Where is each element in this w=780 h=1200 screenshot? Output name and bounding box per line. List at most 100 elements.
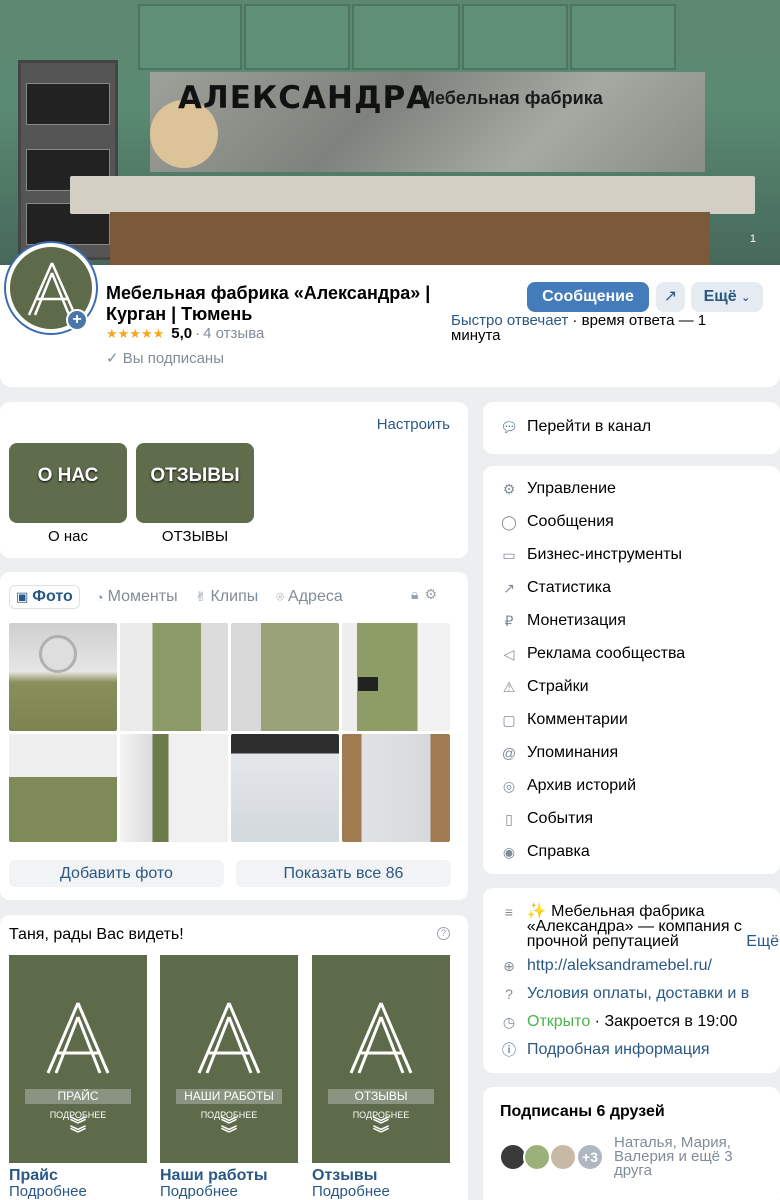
closing-time: Закроется в 19:00: [604, 1013, 738, 1030]
message-button[interactable]: Сообщение: [527, 282, 649, 312]
help-icon: ◉: [502, 843, 516, 860]
share-arrow-icon: ↗: [663, 288, 678, 305]
cover-subtitle: Мебельная фабрика: [420, 88, 603, 108]
rating-row[interactable]: ★★★★★ 5,0 · 4 отзыва: [106, 325, 264, 342]
go-to-channel[interactable]: 💬︎ Перейти в канал: [500, 418, 651, 436]
logo-a-icon: [349, 1002, 413, 1074]
menu-label: Статистика: [527, 579, 612, 596]
website-link[interactable]: http://aleksandramebel.ru/: [527, 958, 712, 974]
app-tile-text: О НАС: [37, 465, 99, 486]
menu-item-comments[interactable]: ▢ Комментарии: [501, 711, 627, 729]
friend-avatar[interactable]: [523, 1143, 551, 1171]
photo-kitchen-corner[interactable]: [9, 734, 117, 842]
cover-cabinet: [462, 4, 568, 70]
menu-item-strikes[interactable]: ⚠ Страйки: [501, 678, 589, 696]
menu-item-ads[interactable]: ◁ Реклама сообщества: [501, 645, 686, 663]
menu-label: Сообщения: [527, 513, 614, 530]
tab-label: Моменты: [107, 588, 178, 605]
details-row[interactable]: ⓘ Подробная информация: [501, 1042, 773, 1058]
photo-bathroom-vanity[interactable]: [9, 623, 117, 731]
management-menu: ⚙ Управление ◯ Сообщения ▭ Бизнес-инстру…: [483, 466, 780, 874]
menu-label: Управление: [527, 480, 616, 497]
reviews-link[interactable]: 4 отзыва: [203, 325, 264, 342]
description-icon: ≡: [504, 904, 513, 920]
friends-names[interactable]: Наталья, Мария, Валерия и ещё 3 друга: [614, 1135, 774, 1178]
terms-row[interactable]: ? Условия оплаты, доставки и в: [501, 986, 773, 1002]
details-link[interactable]: Подробная информация: [527, 1042, 710, 1058]
chevron-down-double-icon: ︾ ︾: [69, 1117, 86, 1143]
briefcase-icon: ▭: [502, 546, 516, 563]
friends-title[interactable]: Подписаны 6 друзей: [500, 1103, 665, 1121]
terms-link[interactable]: Условия оплаты, доставки и в: [527, 986, 749, 1002]
photo-living-room[interactable]: [120, 734, 228, 842]
tab-clips[interactable]: ✌ Клипы: [194, 585, 261, 609]
info-card: ≡ ✨ Мебельная фабрика «Александра» — ком…: [483, 888, 780, 1073]
description[interactable]: ≡ ✨ Мебельная фабрика «Александра» — ком…: [501, 904, 779, 950]
lock-icon[interactable]: 🔒︎: [411, 586, 424, 602]
subscribed-status[interactable]: ✓ Вы подписаны: [106, 349, 224, 367]
menu-label: Бизнес-инструменты: [527, 546, 683, 563]
menu-item-events[interactable]: ▯ События: [501, 810, 593, 828]
description-more-link[interactable]: Ещё: [746, 934, 779, 950]
megaphone-icon: ◁: [503, 645, 515, 662]
welcome-title: Таня, рады Вас видеть!: [9, 926, 184, 943]
widget-stripe: НАШИ РАБОТЫ: [176, 1089, 282, 1104]
tab-label: Адреса: [288, 588, 343, 605]
chevron-down-icon: ⌄: [741, 292, 751, 304]
widget-tile-price[interactable]: ПРАЙС ПОДРОБНЕЕ ︾ ︾: [9, 955, 147, 1163]
photo-white-cabinet[interactable]: [342, 734, 450, 842]
menu-item-stats[interactable]: ↗ Статистика: [501, 579, 611, 597]
share-button[interactable]: ↗: [656, 282, 685, 312]
show-all-photos-button[interactable]: Показать все 86: [236, 860, 451, 887]
cover-image[interactable]: АЛЕКСАНДРА Мебельная фабрика 1: [0, 0, 780, 265]
app-label-reviews[interactable]: ОТЗЫВЫ: [136, 528, 254, 545]
menu-item-help[interactable]: ◉ Справка: [501, 843, 590, 861]
widget-tile-works[interactable]: НАШИ РАБОТЫ ПОДРОБНЕЕ ︾ ︾: [160, 955, 298, 1163]
ruble-icon: ₽: [504, 612, 514, 629]
cover-counter: 1: [749, 233, 756, 245]
menu-item-messages[interactable]: ◯ Сообщения: [501, 513, 614, 531]
community-header: + Мебельная фабрика «Александра» | Курга…: [0, 243, 780, 387]
info-icon: ⓘ: [502, 1042, 516, 1058]
friend-avatar[interactable]: [549, 1143, 577, 1171]
add-story-plus-icon[interactable]: +: [66, 309, 88, 331]
help-icon[interactable]: ?: [437, 927, 450, 940]
clips-icon: ✌: [195, 589, 207, 604]
menu-item-mentions[interactable]: @ Упоминания: [501, 744, 618, 762]
question-icon: ?: [505, 986, 513, 1002]
photo-wardrobe-green[interactable]: [231, 623, 339, 731]
tab-moments[interactable]: ◔ Моменты: [94, 585, 180, 609]
chevron-down-double-icon: ︾ ︾: [220, 1117, 237, 1143]
open-status: Открыто: [527, 1013, 591, 1030]
tab-label: Клипы: [210, 588, 259, 605]
photo-white-island[interactable]: [231, 734, 339, 842]
menu-item-business[interactable]: ▭ Бизнес-инструменты: [501, 546, 682, 564]
friends-card[interactable]: Подписаны 6 друзей +3 Наталья, Мария, Ва…: [483, 1087, 780, 1200]
menu-item-monetization[interactable]: ₽ Монетизация: [501, 612, 626, 630]
logo-a-icon: [197, 1002, 261, 1074]
menu-item-manage[interactable]: ⚙ Управление: [501, 480, 616, 498]
app-tile-about[interactable]: О НАС: [9, 443, 127, 523]
widget-tile-reviews[interactable]: ОТЗЫВЫ ПОДРОБНЕЕ ︾ ︾: [312, 955, 450, 1163]
cover-island: [70, 176, 755, 214]
widget-sub[interactable]: Подробнее: [160, 1183, 238, 1200]
menu-item-story-archive[interactable]: ◎ Архив историй: [501, 777, 636, 795]
widget-sub[interactable]: Подробнее: [9, 1183, 87, 1200]
tab-addresses[interactable]: ⌾ Адреса: [274, 585, 345, 609]
more-button[interactable]: Ещё ⌄: [691, 282, 763, 312]
gear-icon[interactable]: ⚙: [424, 586, 443, 602]
widget-sub[interactable]: Подробнее: [312, 1183, 390, 1200]
add-photo-button[interactable]: Добавить фото: [9, 860, 224, 887]
tab-photos[interactable]: ▣ Фото: [9, 585, 80, 609]
channel-card[interactable]: 💬︎ Перейти в канал: [483, 402, 780, 454]
app-label-about[interactable]: О нас: [9, 528, 127, 545]
photo-hallway-wardrobe[interactable]: [120, 623, 228, 731]
app-tile-reviews[interactable]: ОТЗЫВЫ: [136, 443, 254, 523]
website-row[interactable]: ⊕ http://aleksandramebel.ru/: [501, 958, 773, 974]
setup-link[interactable]: Настроить: [377, 416, 450, 433]
photo-kitchen-column[interactable]: [342, 623, 450, 731]
hours-row[interactable]: ◷ Открыто · Закроется в 19:00: [501, 1013, 773, 1031]
friends-extra-count[interactable]: +3: [576, 1143, 604, 1171]
rating-separator: ·: [195, 325, 201, 342]
menu-label: Страйки: [527, 678, 589, 695]
